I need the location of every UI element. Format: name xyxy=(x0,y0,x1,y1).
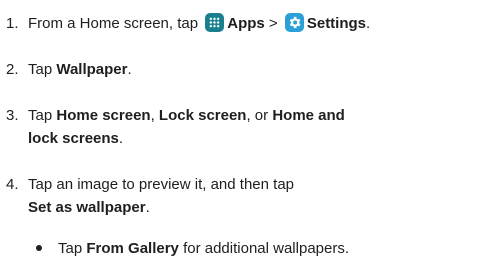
instruction-steps: 1. From a Home screen, tap Apps > Settin… xyxy=(0,0,504,264)
settings-label: Settings xyxy=(306,15,367,32)
step-text-plain: Tap xyxy=(28,61,53,78)
lock-screens-label: lock screens xyxy=(28,130,119,147)
home-screen-label: Home screen xyxy=(56,107,151,124)
step-text: Tap Wallpaper. xyxy=(28,59,132,80)
step-number: 2. xyxy=(6,61,19,78)
step-text-plain: From a Home screen, tap xyxy=(28,15,199,32)
bullet-text-end: for additional wallpapers. xyxy=(183,240,350,257)
step-text-or: , or xyxy=(246,107,269,124)
bullet-text: Tap From Gallery for additional wallpape… xyxy=(58,238,349,259)
step-text: Set as wallpaper. xyxy=(28,197,150,218)
set-as-wallpaper-label: Set as wallpaper xyxy=(28,199,146,216)
step-text: Tap Home screen, Lock screen, or Home an… xyxy=(28,105,345,126)
bullet-dot-icon xyxy=(36,245,42,251)
step-text: Tap an image to preview it, and then tap xyxy=(28,176,295,193)
step-text-end: . xyxy=(118,130,124,147)
wallpaper-label: Wallpaper xyxy=(56,61,128,78)
from-gallery-label: From Gallery xyxy=(86,240,179,257)
step-text-end: . xyxy=(127,61,132,78)
home-and-lock-label: Home and xyxy=(272,107,345,124)
bullet-text-plain: Tap xyxy=(58,240,83,257)
step-text: lock screens. xyxy=(28,128,123,149)
step-text-comma: , xyxy=(150,107,155,124)
apps-grid-icon xyxy=(205,13,225,32)
step-text-end: . xyxy=(366,15,371,32)
lock-screen-label: Lock screen xyxy=(158,107,247,124)
step-number: 4. xyxy=(6,176,19,193)
step-number: 1. xyxy=(6,15,19,32)
step-text: From a Home screen, tap Apps > Settings. xyxy=(28,13,370,34)
step-text-plain: Tap xyxy=(28,107,53,124)
step-number: 3. xyxy=(6,107,19,124)
separator-chevron: > xyxy=(268,15,278,32)
apps-label: Apps xyxy=(227,15,265,32)
settings-gear-icon xyxy=(284,13,304,32)
step-text-end: . xyxy=(145,199,150,216)
